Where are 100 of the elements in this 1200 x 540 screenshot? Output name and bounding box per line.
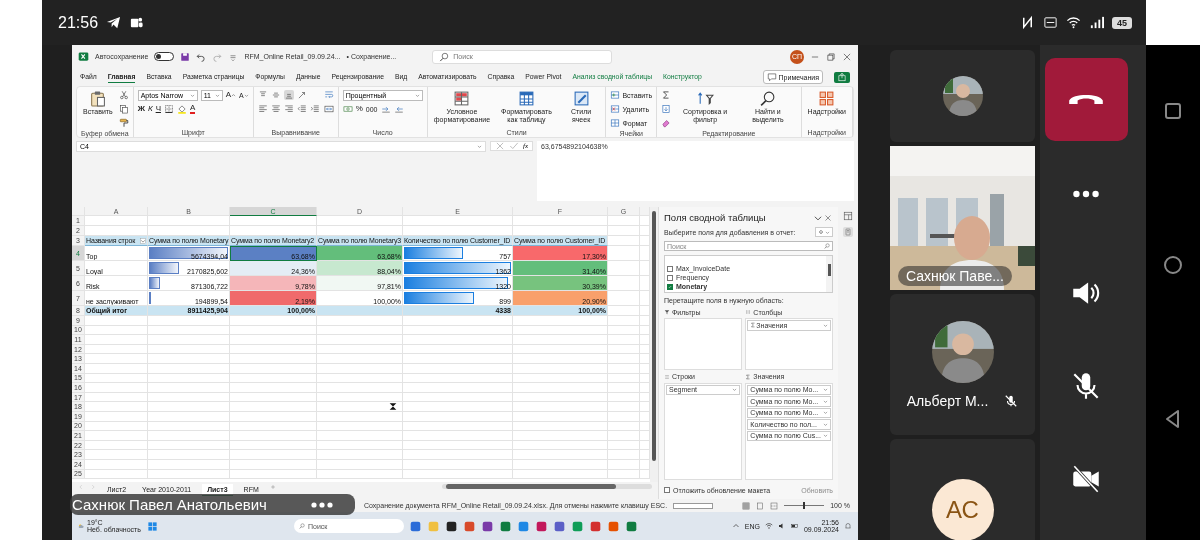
checkbox[interactable] <box>667 274 673 281</box>
arrow-left-icon[interactable] <box>393 104 404 114</box>
grid-cell[interactable] <box>148 431 230 441</box>
circle-icon[interactable] <box>1162 254 1184 276</box>
grid-cell[interactable] <box>230 450 317 460</box>
normal-view-icon[interactable] <box>742 501 751 510</box>
grid-cell[interactable] <box>608 402 640 412</box>
grid-cell[interactable] <box>513 440 608 451</box>
grid-cell[interactable] <box>403 440 513 451</box>
grid-cell[interactable] <box>608 450 640 460</box>
grid-cell[interactable] <box>85 411 148 422</box>
app-icon[interactable] <box>481 520 493 532</box>
grid-cell[interactable] <box>230 344 317 355</box>
grid-cell[interactable] <box>230 402 317 412</box>
grid-cell[interactable] <box>608 335 640 345</box>
chevron-up-icon[interactable] <box>731 522 740 530</box>
grid-cell[interactable] <box>230 354 317 364</box>
grid-cell[interactable] <box>85 392 148 403</box>
grid-cell[interactable] <box>403 411 513 422</box>
grid-cell[interactable] <box>230 363 317 374</box>
borders-icon[interactable] <box>163 104 174 114</box>
grid-cell[interactable] <box>608 440 640 451</box>
plus-icon[interactable] <box>269 484 276 490</box>
grid-cell[interactable] <box>513 459 608 470</box>
grid-cell[interactable] <box>513 316 608 326</box>
grid-cell[interactable] <box>608 431 640 441</box>
grid-cell[interactable] <box>403 421 513 432</box>
grid-cell[interactable] <box>403 459 513 470</box>
grid-cell[interactable] <box>513 392 608 403</box>
grid-cell[interactable] <box>317 363 403 374</box>
grid-cell[interactable] <box>403 392 513 403</box>
hang-up-button[interactable] <box>1044 58 1128 141</box>
grid-cell[interactable] <box>230 316 317 326</box>
page-break-icon[interactable] <box>770 501 779 510</box>
scrollbar-thumb[interactable] <box>652 211 656 461</box>
more-icon[interactable] <box>311 501 333 508</box>
grid-cell[interactable] <box>608 469 640 480</box>
square-icon[interactable] <box>1162 100 1184 122</box>
merge-cells-icon[interactable] <box>323 104 334 114</box>
close-icon[interactable] <box>823 212 833 223</box>
grid-cell[interactable] <box>608 363 640 374</box>
grid-cell[interactable] <box>403 335 513 345</box>
drop-area[interactable] <box>664 318 743 370</box>
grid-cell[interactable] <box>513 469 608 480</box>
slider-thumb[interactable] <box>803 502 806 509</box>
grid-cell[interactable] <box>148 316 230 326</box>
close-icon[interactable] <box>842 51 852 62</box>
grid-cell[interactable] <box>85 373 148 384</box>
grid-cell[interactable] <box>85 344 148 355</box>
grid-cell[interactable] <box>317 469 403 480</box>
grid-cell[interactable] <box>403 373 513 384</box>
checkbox[interactable] <box>664 487 670 493</box>
grid-cell[interactable] <box>85 459 148 470</box>
grid-cell[interactable] <box>230 373 317 384</box>
grid-cell[interactable] <box>608 261 640 276</box>
grid-cell[interactable] <box>148 335 230 345</box>
scrollbar-thumb[interactable] <box>827 264 831 276</box>
grid-cell[interactable] <box>230 335 317 345</box>
grid-cell[interactable] <box>85 440 148 451</box>
grid-cell[interactable] <box>85 216 148 226</box>
grid-cell[interactable] <box>403 344 513 355</box>
grid-cell[interactable] <box>230 325 317 336</box>
grid-cell[interactable] <box>608 226 640 236</box>
battery-icon[interactable] <box>790 522 799 530</box>
grid-cell[interactable] <box>85 469 148 480</box>
scrollbar-thumb[interactable] <box>446 484 616 489</box>
grid-cell[interactable] <box>230 392 317 403</box>
restore-icon[interactable] <box>826 51 836 62</box>
grid-cell[interactable] <box>148 216 230 226</box>
grid-cell[interactable] <box>148 354 230 364</box>
grid-cell[interactable] <box>148 469 230 480</box>
grid-cell[interactable] <box>317 373 403 384</box>
grid-cell[interactable] <box>608 392 640 403</box>
align-right-icon[interactable] <box>283 104 294 114</box>
grid-cell[interactable] <box>317 411 403 422</box>
italic-button[interactable]: К <box>147 105 153 113</box>
grid-cell[interactable] <box>403 383 513 393</box>
align-middle-icon[interactable] <box>270 90 281 100</box>
outdent-icon[interactable] <box>296 104 307 114</box>
wifi-icon[interactable] <box>764 522 773 530</box>
grid-cell[interactable] <box>85 383 148 393</box>
panel-icon[interactable] <box>843 227 853 237</box>
grid-cell[interactable] <box>403 354 513 364</box>
grid-cell[interactable] <box>608 411 640 422</box>
grid-cell[interactable] <box>230 383 317 393</box>
grid-cell[interactable] <box>230 216 317 226</box>
grid-cell[interactable] <box>403 431 513 441</box>
share-button[interactable] <box>834 71 850 83</box>
grid-cell[interactable] <box>513 450 608 460</box>
grid-cell[interactable] <box>608 344 640 355</box>
autosave-toggle[interactable] <box>154 52 175 61</box>
percent-button[interactable]: % <box>355 105 363 113</box>
grid-cell[interactable] <box>403 216 513 226</box>
bold-button[interactable]: Ж <box>137 105 145 113</box>
grid-cell[interactable] <box>317 421 403 432</box>
filter-dropdown-icon[interactable] <box>140 237 146 244</box>
align-left-icon[interactable] <box>257 104 268 114</box>
grid-cell[interactable] <box>513 383 608 393</box>
grid-cell[interactable] <box>317 431 403 441</box>
fill-down-icon[interactable] <box>661 104 672 114</box>
